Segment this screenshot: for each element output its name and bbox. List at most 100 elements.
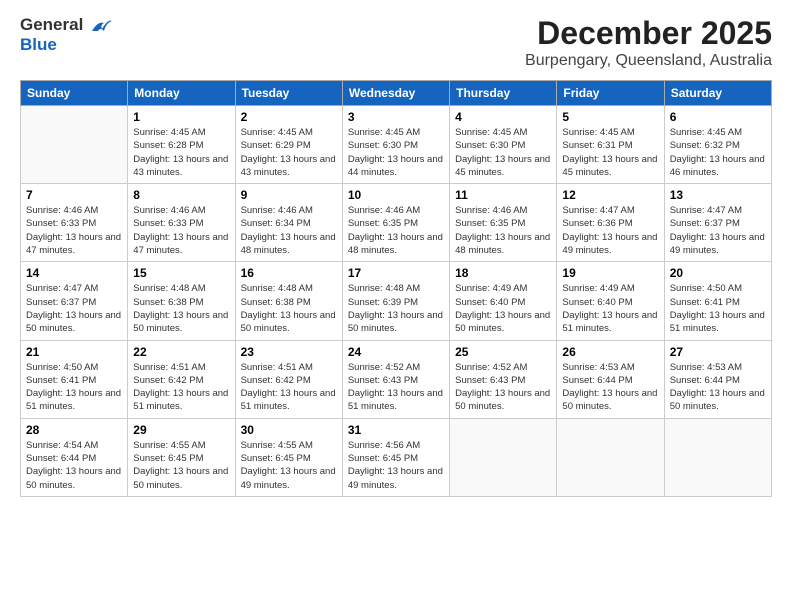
calendar-day-cell: 5 Sunrise: 4:45 AM Sunset: 6:31 PM Dayli… xyxy=(557,106,664,184)
sunset-text: Sunset: 6:44 PM xyxy=(26,453,96,464)
day-number: 29 xyxy=(133,423,229,437)
day-info: Sunrise: 4:47 AM Sunset: 6:37 PM Dayligh… xyxy=(26,282,122,335)
day-info: Sunrise: 4:49 AM Sunset: 6:40 PM Dayligh… xyxy=(562,282,658,335)
sunset-text: Sunset: 6:42 PM xyxy=(241,375,311,386)
daylight-text: Daylight: 13 hours and 51 minutes. xyxy=(670,310,765,334)
day-number: 6 xyxy=(670,110,766,124)
daylight-text: Daylight: 13 hours and 48 minutes. xyxy=(455,232,550,256)
daylight-text: Daylight: 13 hours and 44 minutes. xyxy=(348,154,443,178)
daylight-text: Daylight: 13 hours and 51 minutes. xyxy=(348,388,443,412)
day-info: Sunrise: 4:48 AM Sunset: 6:38 PM Dayligh… xyxy=(241,282,337,335)
calendar-week-row: 14 Sunrise: 4:47 AM Sunset: 6:37 PM Dayl… xyxy=(21,262,772,340)
sunrise-text: Sunrise: 4:47 AM xyxy=(562,205,634,216)
day-number: 31 xyxy=(348,423,444,437)
day-number: 2 xyxy=(241,110,337,124)
sunset-text: Sunset: 6:32 PM xyxy=(670,140,740,151)
sunrise-text: Sunrise: 4:52 AM xyxy=(455,362,527,373)
day-info: Sunrise: 4:49 AM Sunset: 6:40 PM Dayligh… xyxy=(455,282,551,335)
daylight-text: Daylight: 13 hours and 49 minutes. xyxy=(348,466,443,490)
calendar-day-cell: 13 Sunrise: 4:47 AM Sunset: 6:37 PM Dayl… xyxy=(664,184,771,262)
calendar-day-cell xyxy=(664,418,771,496)
sunset-text: Sunset: 6:41 PM xyxy=(26,375,96,386)
calendar-day-cell: 2 Sunrise: 4:45 AM Sunset: 6:29 PM Dayli… xyxy=(235,106,342,184)
sunset-text: Sunset: 6:36 PM xyxy=(562,218,632,229)
sunset-text: Sunset: 6:39 PM xyxy=(348,297,418,308)
day-info: Sunrise: 4:55 AM Sunset: 6:45 PM Dayligh… xyxy=(133,439,229,492)
day-number: 10 xyxy=(348,188,444,202)
calendar-day-cell: 30 Sunrise: 4:55 AM Sunset: 6:45 PM Dayl… xyxy=(235,418,342,496)
calendar-day-cell xyxy=(21,106,128,184)
calendar-day-cell: 18 Sunrise: 4:49 AM Sunset: 6:40 PM Dayl… xyxy=(450,262,557,340)
daylight-text: Daylight: 13 hours and 50 minutes. xyxy=(133,466,228,490)
sunrise-text: Sunrise: 4:50 AM xyxy=(26,362,98,373)
daylight-text: Daylight: 13 hours and 51 minutes. xyxy=(133,388,228,412)
sunset-text: Sunset: 6:44 PM xyxy=(562,375,632,386)
day-info: Sunrise: 4:48 AM Sunset: 6:38 PM Dayligh… xyxy=(133,282,229,335)
sunrise-text: Sunrise: 4:56 AM xyxy=(348,440,420,451)
calendar-day-cell: 29 Sunrise: 4:55 AM Sunset: 6:45 PM Dayl… xyxy=(128,418,235,496)
day-of-week-header: Friday xyxy=(557,81,664,106)
calendar-day-cell: 23 Sunrise: 4:51 AM Sunset: 6:42 PM Dayl… xyxy=(235,340,342,418)
day-info: Sunrise: 4:52 AM Sunset: 6:43 PM Dayligh… xyxy=(455,361,551,414)
sunrise-text: Sunrise: 4:46 AM xyxy=(241,205,313,216)
day-of-week-header: Saturday xyxy=(664,81,771,106)
sunrise-text: Sunrise: 4:45 AM xyxy=(562,127,634,138)
sunrise-text: Sunrise: 4:48 AM xyxy=(133,283,205,294)
day-of-week-header: Sunday xyxy=(21,81,128,106)
daylight-text: Daylight: 13 hours and 50 minutes. xyxy=(455,310,550,334)
sunset-text: Sunset: 6:44 PM xyxy=(670,375,740,386)
calendar-day-cell xyxy=(450,418,557,496)
daylight-text: Daylight: 13 hours and 51 minutes. xyxy=(241,388,336,412)
daylight-text: Daylight: 13 hours and 45 minutes. xyxy=(455,154,550,178)
daylight-text: Daylight: 13 hours and 50 minutes. xyxy=(26,466,121,490)
day-info: Sunrise: 4:45 AM Sunset: 6:28 PM Dayligh… xyxy=(133,126,229,179)
sunrise-text: Sunrise: 4:55 AM xyxy=(133,440,205,451)
page: General Blue December 2025 Burpengary, Q… xyxy=(0,0,792,612)
day-info: Sunrise: 4:53 AM Sunset: 6:44 PM Dayligh… xyxy=(562,361,658,414)
day-info: Sunrise: 4:50 AM Sunset: 6:41 PM Dayligh… xyxy=(670,282,766,335)
calendar-day-cell: 17 Sunrise: 4:48 AM Sunset: 6:39 PM Dayl… xyxy=(342,262,449,340)
calendar-day-cell: 9 Sunrise: 4:46 AM Sunset: 6:34 PM Dayli… xyxy=(235,184,342,262)
sunset-text: Sunset: 6:45 PM xyxy=(348,453,418,464)
day-number: 17 xyxy=(348,266,444,280)
day-info: Sunrise: 4:51 AM Sunset: 6:42 PM Dayligh… xyxy=(133,361,229,414)
day-number: 22 xyxy=(133,345,229,359)
calendar-week-row: 21 Sunrise: 4:50 AM Sunset: 6:41 PM Dayl… xyxy=(21,340,772,418)
calendar-week-row: 28 Sunrise: 4:54 AM Sunset: 6:44 PM Dayl… xyxy=(21,418,772,496)
sunset-text: Sunset: 6:35 PM xyxy=(348,218,418,229)
sunrise-text: Sunrise: 4:46 AM xyxy=(133,205,205,216)
day-number: 30 xyxy=(241,423,337,437)
sunset-text: Sunset: 6:31 PM xyxy=(562,140,632,151)
sunset-text: Sunset: 6:30 PM xyxy=(348,140,418,151)
sunset-text: Sunset: 6:42 PM xyxy=(133,375,203,386)
sunset-text: Sunset: 6:40 PM xyxy=(455,297,525,308)
sunrise-text: Sunrise: 4:48 AM xyxy=(241,283,313,294)
day-number: 25 xyxy=(455,345,551,359)
calendar-day-cell: 22 Sunrise: 4:51 AM Sunset: 6:42 PM Dayl… xyxy=(128,340,235,418)
sunset-text: Sunset: 6:41 PM xyxy=(670,297,740,308)
sunset-text: Sunset: 6:38 PM xyxy=(133,297,203,308)
calendar-day-cell: 15 Sunrise: 4:48 AM Sunset: 6:38 PM Dayl… xyxy=(128,262,235,340)
daylight-text: Daylight: 13 hours and 43 minutes. xyxy=(133,154,228,178)
calendar-day-cell: 16 Sunrise: 4:48 AM Sunset: 6:38 PM Dayl… xyxy=(235,262,342,340)
day-info: Sunrise: 4:47 AM Sunset: 6:37 PM Dayligh… xyxy=(670,204,766,257)
day-number: 13 xyxy=(670,188,766,202)
day-info: Sunrise: 4:46 AM Sunset: 6:35 PM Dayligh… xyxy=(455,204,551,257)
day-number: 8 xyxy=(133,188,229,202)
sunrise-text: Sunrise: 4:45 AM xyxy=(455,127,527,138)
calendar-day-cell: 28 Sunrise: 4:54 AM Sunset: 6:44 PM Dayl… xyxy=(21,418,128,496)
calendar-day-cell xyxy=(557,418,664,496)
daylight-text: Daylight: 13 hours and 50 minutes. xyxy=(455,388,550,412)
sunset-text: Sunset: 6:34 PM xyxy=(241,218,311,229)
day-number: 16 xyxy=(241,266,337,280)
logo-general: General xyxy=(20,15,83,34)
sunset-text: Sunset: 6:29 PM xyxy=(241,140,311,151)
day-number: 15 xyxy=(133,266,229,280)
daylight-text: Daylight: 13 hours and 50 minutes. xyxy=(241,310,336,334)
sunset-text: Sunset: 6:28 PM xyxy=(133,140,203,151)
sunrise-text: Sunrise: 4:48 AM xyxy=(348,283,420,294)
calendar-day-cell: 31 Sunrise: 4:56 AM Sunset: 6:45 PM Dayl… xyxy=(342,418,449,496)
sunrise-text: Sunrise: 4:53 AM xyxy=(670,362,742,373)
day-of-week-header: Wednesday xyxy=(342,81,449,106)
day-info: Sunrise: 4:46 AM Sunset: 6:33 PM Dayligh… xyxy=(133,204,229,257)
